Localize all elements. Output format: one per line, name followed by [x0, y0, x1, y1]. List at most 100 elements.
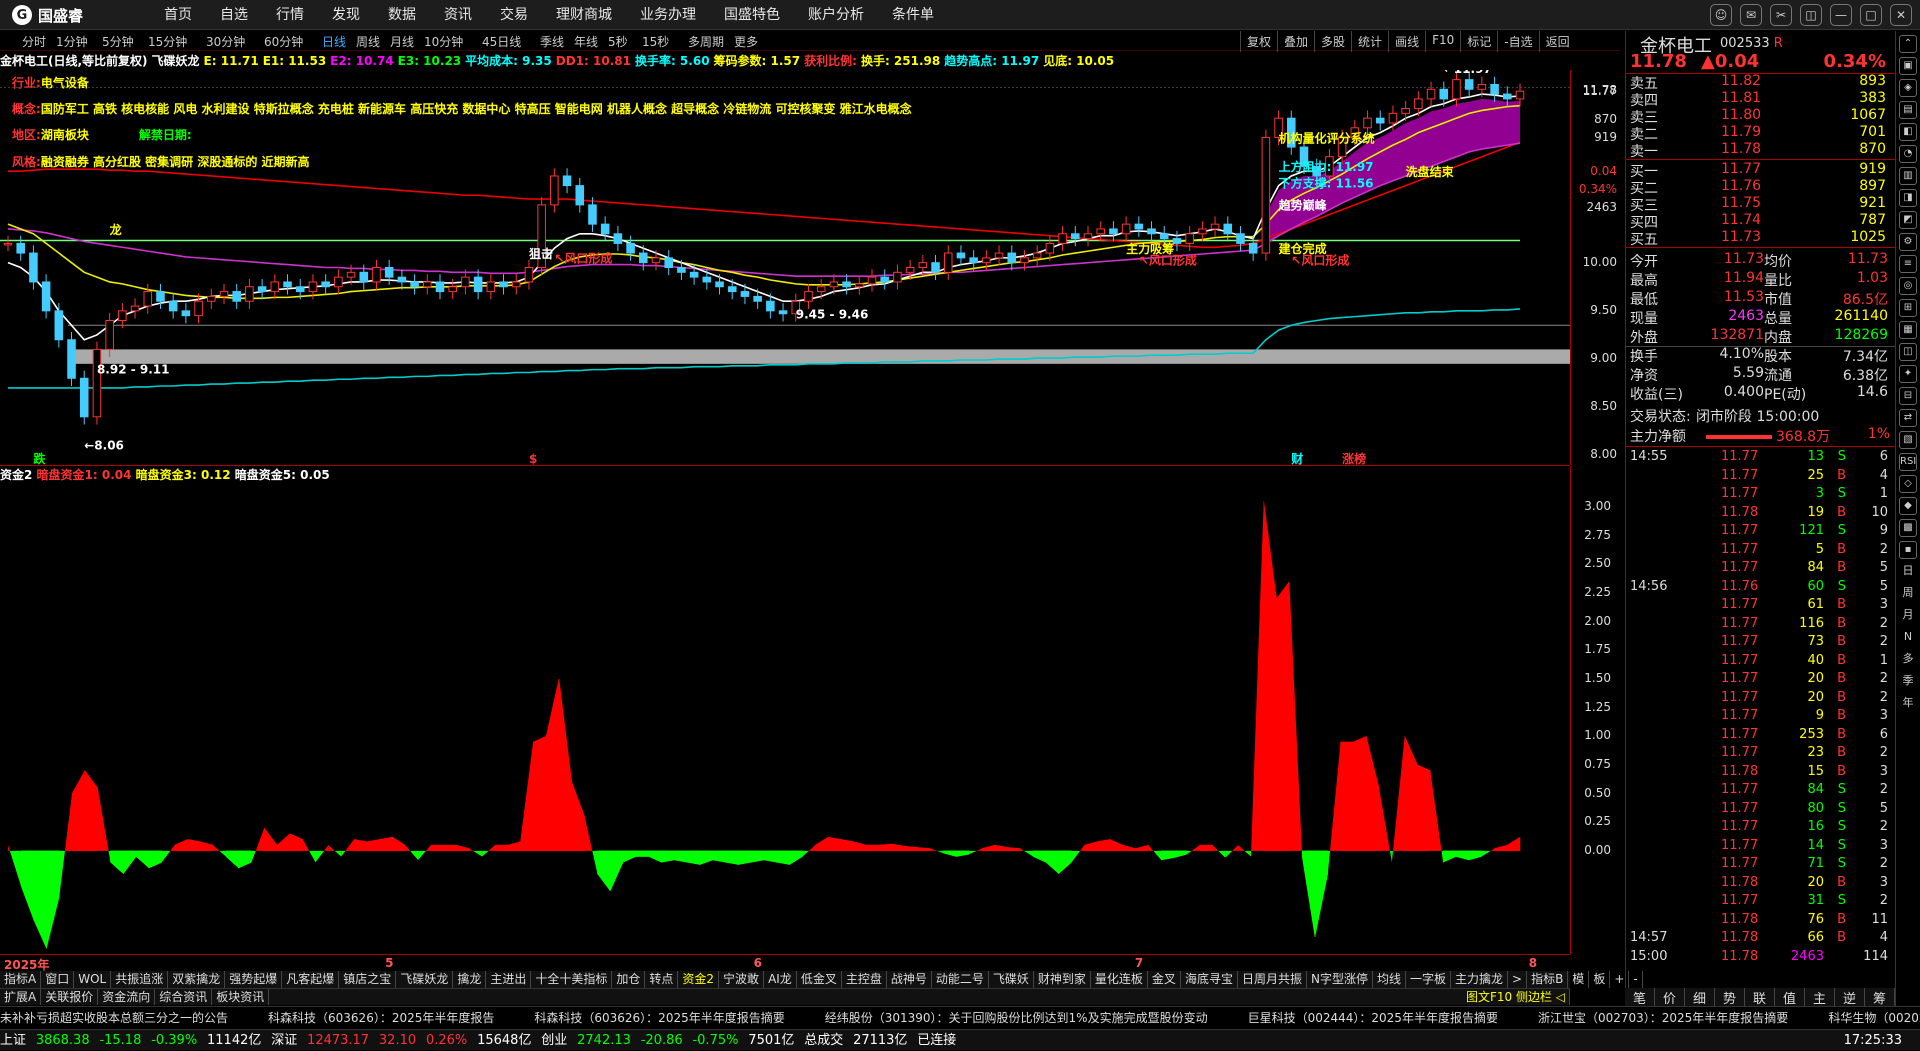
- candle[interactable]: [42, 282, 50, 311]
- candle[interactable]: [1237, 234, 1245, 244]
- candle[interactable]: [1148, 229, 1156, 234]
- side-period-5[interactable]: 季: [1899, 673, 1917, 691]
- period-tab-15[interactable]: 多周期: [688, 33, 724, 50]
- candle[interactable]: [995, 253, 1003, 258]
- candle[interactable]: [525, 268, 533, 282]
- candle[interactable]: [17, 243, 25, 253]
- app-logo[interactable]: G 国盛睿: [12, 5, 83, 25]
- period-tab-5[interactable]: 60分钟: [264, 33, 303, 50]
- quote-tab-5[interactable]: 值: [1775, 988, 1805, 1006]
- maximize-icon[interactable]: □: [1860, 4, 1882, 26]
- candle[interactable]: [296, 287, 304, 292]
- minimize-icon[interactable]: —: [1830, 4, 1852, 26]
- news-item[interactable]: 科华生物（002022）：: [1828, 1011, 1920, 1025]
- candle[interactable]: [627, 243, 635, 253]
- bottom-marker[interactable]: 涨榜: [1342, 451, 1366, 465]
- chart-tool-6[interactable]: 标记: [1460, 31, 1497, 52]
- candle[interactable]: [360, 272, 368, 282]
- side-tool-icon[interactable]: ✦: [1899, 365, 1917, 383]
- candle[interactable]: [119, 311, 127, 321]
- candle[interactable]: [1097, 229, 1105, 234]
- news-item[interactable]: 科森科技（603626）：2025年半年度报告: [268, 1011, 494, 1025]
- quote-tab-3[interactable]: 势: [1715, 988, 1745, 1006]
- price-chart[interactable]: 龙8.92 - 9.11←8.06狙击↖风口形成9.45 - 9.46主力吸筹↖…: [0, 70, 1570, 465]
- candle[interactable]: [1453, 80, 1461, 99]
- cy-index-label[interactable]: 创业: [541, 1033, 567, 1048]
- side-tool-icon[interactable]: ◔: [1899, 145, 1917, 163]
- side-tool-icon[interactable]: ≡: [1899, 255, 1917, 273]
- candle[interactable]: [322, 282, 330, 287]
- menu-item-2[interactable]: 行情: [262, 0, 318, 30]
- candle[interactable]: [1033, 253, 1041, 258]
- indicator-tab-22[interactable]: 财神到家: [1034, 971, 1091, 988]
- indicator-tab-15[interactable]: 宁波敢: [719, 971, 764, 988]
- candle[interactable]: [335, 277, 343, 287]
- side-tool-icon[interactable]: ◎: [1899, 277, 1917, 295]
- chart-tool-3[interactable]: 统计: [1351, 31, 1388, 52]
- indicator-tab-0[interactable]: 指标A: [0, 971, 41, 988]
- indicator-tab-17[interactable]: 低金叉: [797, 971, 842, 988]
- side-tool-icon[interactable]: ◩: [1899, 211, 1917, 229]
- candle[interactable]: [576, 186, 584, 205]
- period-tab-9[interactable]: 10分钟: [424, 33, 463, 50]
- candle[interactable]: [589, 205, 597, 224]
- candle[interactable]: [754, 296, 762, 301]
- mail-icon[interactable]: ✉: [1740, 4, 1762, 26]
- side-tool-icon[interactable]: ◧: [1899, 123, 1917, 141]
- candle[interactable]: [284, 282, 292, 287]
- candle[interactable]: [665, 258, 673, 268]
- indicator-tab-28[interactable]: 均线: [1373, 971, 1406, 988]
- bottom-marker[interactable]: 跌: [33, 451, 46, 465]
- candle[interactable]: [169, 301, 177, 311]
- candle[interactable]: [601, 224, 609, 234]
- candle[interactable]: [157, 292, 165, 302]
- candle[interactable]: [919, 263, 927, 268]
- indicator-name[interactable]: 资金2: [0, 468, 32, 482]
- candle[interactable]: [1021, 258, 1029, 263]
- candle[interactable]: [805, 292, 813, 302]
- candle[interactable]: [1186, 234, 1194, 244]
- period-tab-3[interactable]: 15分钟: [148, 33, 187, 50]
- quote-tab-6[interactable]: 主: [1805, 988, 1835, 1006]
- side-period-1[interactable]: 周: [1899, 585, 1917, 603]
- news-item[interactable]: 科森科技（603626）：2025年半年度报告摘要: [534, 1011, 784, 1025]
- chart-tool-2[interactable]: 多股: [1314, 31, 1351, 52]
- candle[interactable]: [462, 277, 470, 287]
- indicator-tab-16[interactable]: AI龙: [764, 971, 797, 988]
- chart-tool-7[interactable]: -自选: [1497, 31, 1538, 52]
- candle[interactable]: [932, 263, 940, 273]
- candle[interactable]: [309, 282, 317, 292]
- sub-tab-3[interactable]: 综合资讯: [155, 989, 212, 1005]
- candle[interactable]: [1072, 234, 1080, 239]
- indicator-tab-31[interactable]: >: [1508, 971, 1527, 988]
- candle[interactable]: [1402, 109, 1410, 114]
- news-item[interactable]: 巨星科技（002444）：2025年半年度报告摘要: [1248, 1011, 1498, 1025]
- menu-item-4[interactable]: 数据: [374, 0, 430, 30]
- candle[interactable]: [271, 282, 279, 292]
- period-tab-7[interactable]: 周线: [356, 33, 380, 50]
- candle[interactable]: [1504, 94, 1512, 99]
- side-panel-toggle[interactable]: 图文F10 侧边栏 ◁: [1462, 989, 1570, 1005]
- indicator-tab-25[interactable]: 海底寻宝: [1181, 971, 1238, 988]
- quote-tab-7[interactable]: 逆: [1835, 988, 1865, 1006]
- candle[interactable]: [881, 277, 889, 282]
- candle[interactable]: [1364, 118, 1372, 128]
- candle[interactable]: [868, 277, 876, 284]
- menu-item-1[interactable]: 自选: [206, 0, 262, 30]
- period-tab-16[interactable]: 更多: [734, 33, 758, 50]
- news-item[interactable]: 未补补亏损超实收股本总额三分之一的公告: [0, 1011, 228, 1025]
- bottom-marker[interactable]: $: [529, 452, 537, 465]
- candle[interactable]: [220, 292, 228, 297]
- indicator-tab-1[interactable]: 窗口: [41, 971, 74, 988]
- candle[interactable]: [1199, 229, 1207, 234]
- candle[interactable]: [131, 306, 139, 311]
- candle[interactable]: [1046, 243, 1054, 253]
- candle[interactable]: [843, 282, 851, 287]
- candle[interactable]: [347, 272, 355, 277]
- candle[interactable]: [512, 282, 520, 287]
- candle[interactable]: [1160, 234, 1168, 239]
- stock-name[interactable]: 金杯电工: [1640, 32, 1712, 58]
- candle[interactable]: [93, 349, 101, 416]
- candle[interactable]: [398, 277, 406, 282]
- menu-item-6[interactable]: 交易: [486, 0, 542, 30]
